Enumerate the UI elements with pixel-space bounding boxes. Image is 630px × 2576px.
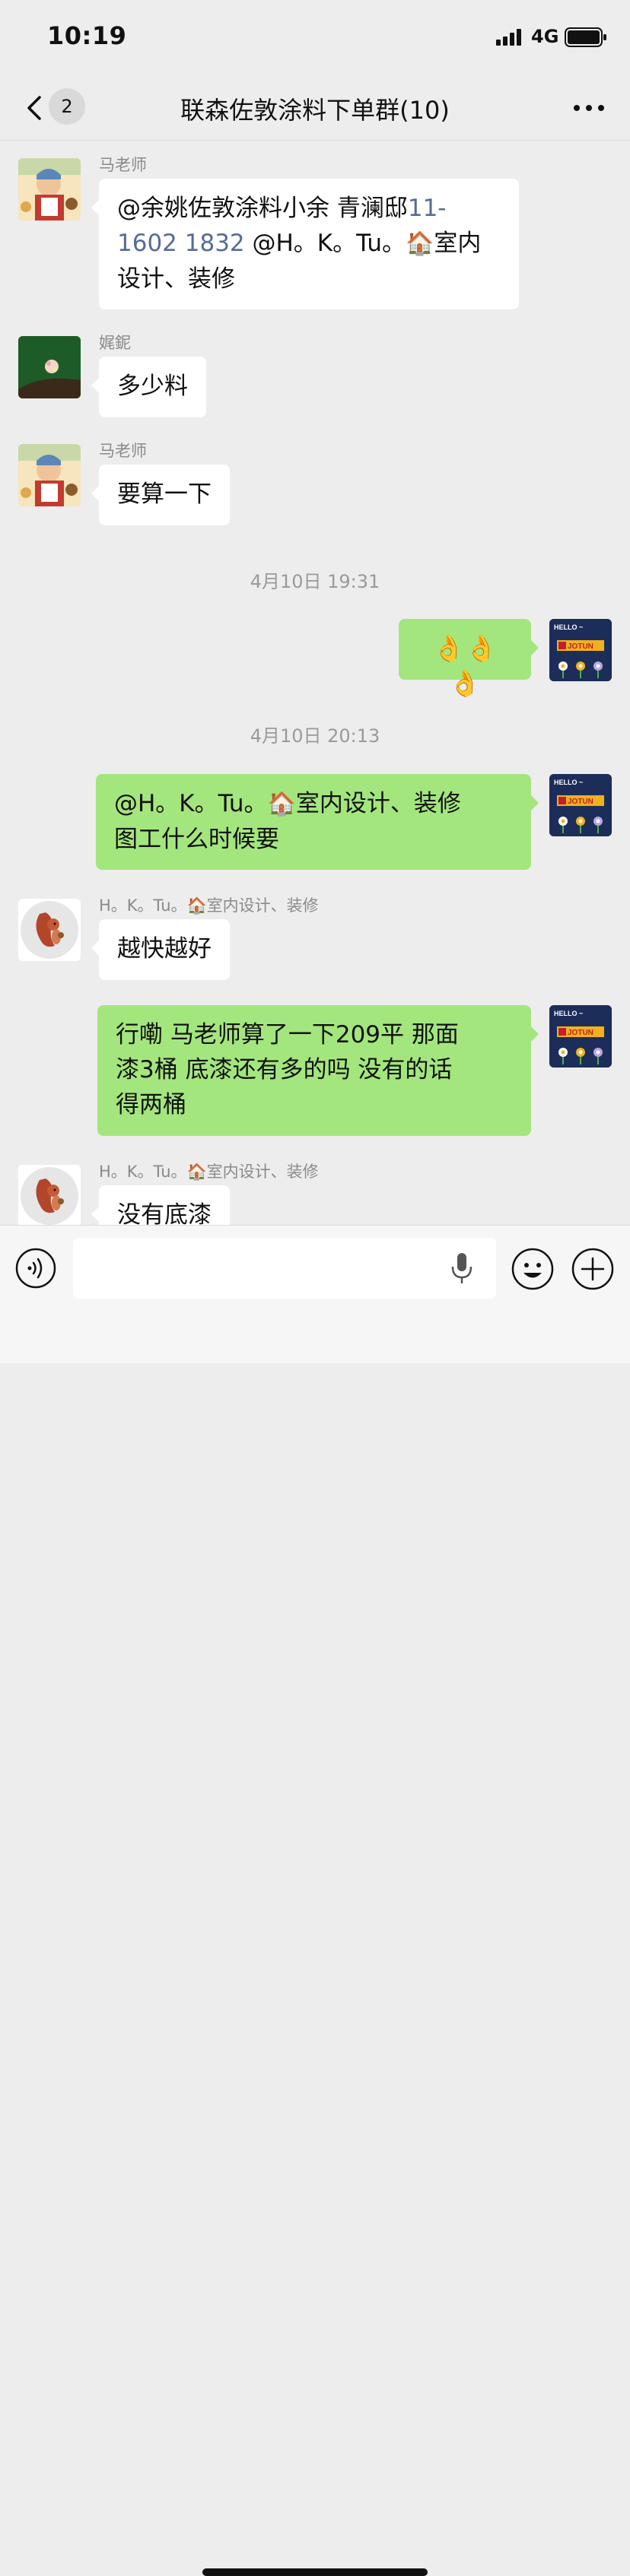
house-icon: 🏠 bbox=[267, 791, 296, 817]
network-label: 4G bbox=[531, 26, 559, 47]
house-icon: 🏠 bbox=[186, 1163, 207, 1181]
message-text: 多少料 bbox=[117, 373, 188, 400]
status-time: 10:19 bbox=[47, 21, 127, 50]
message-bubble[interactable]: 👌👌👌 bbox=[399, 619, 539, 699]
message-bubble[interactable]: @H。K。Tu。🏠室内设计、装修 图工什么时候要 bbox=[96, 774, 539, 870]
sender-name: H。K。Tu。🏠室内设计、装修 bbox=[99, 1163, 319, 1181]
chat-title: 联森佐敦涂料下单群(10) bbox=[180, 96, 450, 125]
message-text: 图工什么时候要 bbox=[114, 826, 279, 853]
message-list[interactable]: 马老师 @余姚佐敦涂料小余 青澜邸11- 1602 1832 @H。K。Tu。🏠… bbox=[0, 141, 630, 1225]
message-bubble[interactable]: 行嘞 马老师算了一下209平 那面 漆3桶 底漆还有多的吗 没有的话 得两桶 bbox=[97, 1005, 539, 1136]
timestamp: 4月10日 19:31 bbox=[250, 571, 380, 592]
message-bubble[interactable]: 没有底漆 bbox=[91, 1185, 230, 1225]
avatar-member[interactable] bbox=[18, 336, 81, 398]
message-text: 要算一下 bbox=[117, 481, 212, 508]
message-text: 漆3桶 底漆还有多的吗 没有的话 bbox=[116, 1056, 453, 1083]
avatar-self-jotun[interactable]: HELLO ~ JOTUN bbox=[549, 619, 612, 681]
phone-link[interactable]: 1602 1832 bbox=[117, 230, 245, 257]
house-icon: 🏠 bbox=[186, 896, 207, 915]
message-input[interactable] bbox=[73, 1238, 496, 1299]
svg-text:JOTUN: JOTUN bbox=[568, 642, 593, 651]
avatar-self-jotun[interactable]: HELLO ~ JOTUN bbox=[549, 774, 612, 836]
avatar-self-jotun[interactable]: HELLO ~ JOTUN bbox=[549, 1005, 612, 1068]
svg-text:JOTUN: JOTUN bbox=[568, 1029, 593, 1037]
status-bar: 10:19 4G bbox=[0, 0, 630, 76]
message-text: 得两桶 bbox=[116, 1091, 186, 1118]
jotun-logo-icon: HELLO ~ JOTUN bbox=[549, 619, 612, 681]
message-bubble[interactable]: @余姚佐敦涂料小余 青澜邸11- 1602 1832 @H。K。Tu。🏠室内 设… bbox=[91, 179, 519, 309]
squirrel-avatar-icon bbox=[18, 1165, 81, 1225]
sender-name: H。K。Tu。🏠室内设计、装修 bbox=[99, 896, 319, 915]
jotun-logo-icon: HELLO ~ JOTUN bbox=[549, 1005, 612, 1068]
signal-icon bbox=[496, 29, 521, 46]
message-bubble[interactable]: 多少料 bbox=[91, 357, 206, 417]
chat-header: 2 联森佐敦涂料下单群(10) bbox=[0, 76, 630, 141]
battery-icon bbox=[565, 27, 606, 47]
message-text: 室内 bbox=[434, 230, 482, 257]
svg-text:HELLO ~: HELLO ~ bbox=[554, 1010, 583, 1017]
sender-name: 马老师 bbox=[99, 156, 147, 174]
avatar-ma-laoshi[interactable] bbox=[18, 158, 81, 220]
squirrel-avatar-icon bbox=[18, 899, 81, 961]
add-plus-icon[interactable] bbox=[571, 1248, 614, 1290]
avatar-hk-tu[interactable] bbox=[18, 899, 81, 961]
emoji-face-icon[interactable] bbox=[511, 1248, 554, 1290]
message-text: 越快越好 bbox=[117, 935, 212, 963]
message-text: 没有底漆 bbox=[117, 1201, 212, 1225]
message-text: 行嘞 马老师算了一下209平 那面 bbox=[116, 1021, 459, 1048]
svg-text:HELLO ~: HELLO ~ bbox=[554, 623, 583, 631]
message-text: 设计、装修 bbox=[117, 265, 235, 293]
timestamp: 4月10日 20:13 bbox=[250, 725, 380, 747]
message-text: @H。K。Tu。 bbox=[114, 790, 268, 817]
cartoon-avatar-icon bbox=[18, 444, 81, 506]
avatar-hk-tu[interactable] bbox=[18, 1165, 81, 1225]
sender-name: 娓鈮 bbox=[99, 334, 131, 352]
house-icon: 🏠 bbox=[406, 230, 434, 257]
microphone-icon[interactable] bbox=[449, 1250, 475, 1286]
phone-link[interactable]: 11- bbox=[408, 195, 447, 222]
input-toolbar bbox=[0, 1225, 630, 2576]
message-bubble[interactable]: 要算一下 bbox=[91, 465, 230, 525]
sender-name: 马老师 bbox=[99, 442, 147, 460]
voice-toggle-icon[interactable] bbox=[15, 1248, 56, 1289]
cartoon-avatar-icon bbox=[18, 158, 81, 220]
message-text: 室内设计、装修 bbox=[295, 790, 461, 817]
message-text: @余姚佐敦涂料小余 青澜邸 bbox=[117, 195, 408, 222]
ok-hand-emoji: 👌👌👌 bbox=[432, 633, 498, 699]
jotun-logo-icon: HELLO ~ JOTUN bbox=[549, 774, 612, 836]
home-indicator bbox=[202, 2568, 428, 2576]
svg-text:JOTUN: JOTUN bbox=[568, 798, 593, 806]
more-options-icon[interactable] bbox=[569, 91, 609, 125]
green-photo-avatar-icon bbox=[18, 336, 81, 398]
svg-text:HELLO ~: HELLO ~ bbox=[554, 779, 583, 786]
avatar-ma-laoshi[interactable] bbox=[18, 444, 81, 506]
message-text: @H。K。Tu。 bbox=[244, 230, 406, 257]
message-bubble[interactable]: 越快越好 bbox=[91, 919, 230, 980]
